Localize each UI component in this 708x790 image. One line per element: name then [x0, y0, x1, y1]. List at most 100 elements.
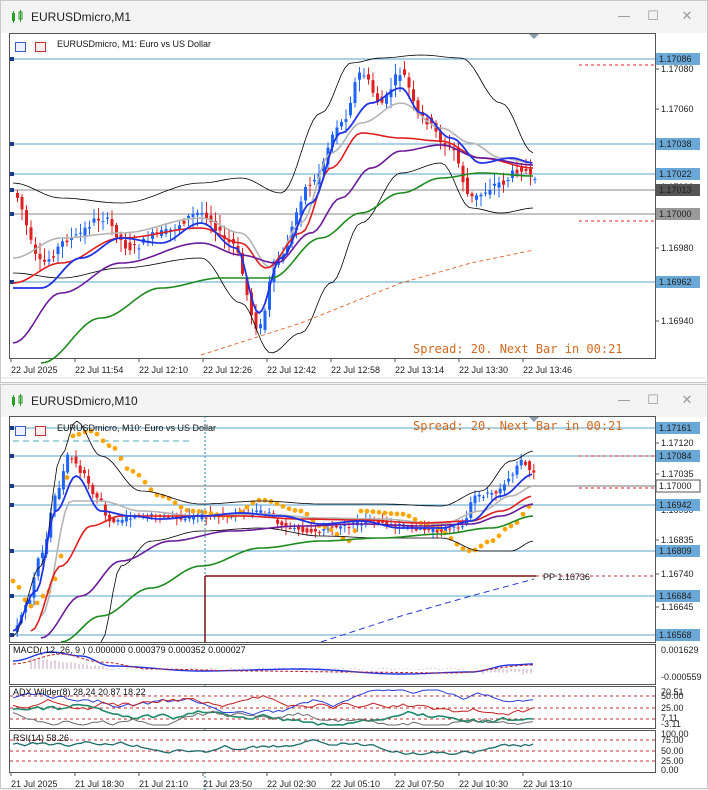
candle-body [61, 241, 64, 247]
price-chart-m1[interactable]: 22 Jul 2025 22 Jul 11:54 22 Jul 12:10 22 Ju… [1, 33, 707, 383]
sar-dot [460, 546, 466, 552]
close-button[interactable]: ✕ [676, 7, 698, 27]
candle-body [115, 225, 118, 238]
candle-body [461, 165, 465, 183]
macd-label: MACD( 12, 26, 9 ) 0.000000 0.000379 0.00… [13, 645, 246, 655]
sar-dot [172, 500, 178, 506]
chart-symbol-title: EURUSDmicro, M10: Euro vs US Dollar [57, 423, 217, 433]
level-handle [10, 212, 14, 216]
sar-dot [328, 527, 334, 533]
sar-dot [106, 443, 112, 449]
sar-dot [370, 509, 376, 515]
x-tick-label: 22 Jul 10:30 [459, 779, 508, 789]
candle-body [456, 527, 460, 529]
window-title: EURUSDmicro,M10 [31, 394, 138, 408]
candle-body [103, 504, 107, 516]
candle-body [313, 179, 316, 182]
sar-dot [190, 508, 196, 514]
x-tick-label: 22 Jul 12:26 [203, 365, 252, 375]
price-label: 1.17161 [659, 423, 692, 433]
candle-body [309, 528, 313, 533]
adx-tick: 25.00 [661, 703, 684, 713]
candle-body [313, 529, 317, 532]
candle-body [412, 89, 415, 102]
sar-dot [394, 511, 400, 517]
candle-body [124, 240, 127, 249]
y-tick-label: 1.17120 [661, 438, 694, 448]
candle-body [267, 512, 271, 514]
trade-icon [35, 42, 46, 52]
candle-body [91, 484, 95, 495]
candle-body [407, 77, 411, 88]
spread-info: Spread: 20. Next Bar in 00:21 [413, 342, 623, 356]
candle-body [344, 119, 348, 122]
chart-window-icon [12, 394, 23, 407]
chart-window-m10[interactable]: EURUSDmicro,M10 — ☐ ✕ PP 1.16736 1.17120 1… [0, 384, 708, 790]
sar-dot [244, 504, 250, 510]
candle-body [353, 82, 357, 104]
price-chart-m10[interactable]: PP 1.167361.171201.170351.169501.168351.… [1, 416, 707, 790]
price-label: 1.16809 [659, 546, 692, 556]
sar-dot [406, 513, 412, 519]
y-tick-label: 1.16740 [661, 569, 694, 579]
candle-body [343, 525, 347, 527]
candle-body [263, 310, 267, 330]
macd-tick: -0.000559 [661, 672, 702, 682]
candle-body [523, 461, 527, 465]
sar-dot [10, 578, 16, 584]
plot-frame [9, 33, 656, 359]
sar-dot [28, 603, 34, 609]
candle-body [486, 492, 490, 494]
candle-body [97, 218, 100, 221]
level-handle [10, 594, 14, 598]
candle-body [340, 121, 343, 127]
pivot-label: PP 1.16736 [543, 572, 590, 582]
candle-body [305, 528, 309, 533]
maximize-button[interactable]: ☐ [642, 7, 664, 27]
candle-body [349, 102, 352, 116]
candle-body [418, 528, 422, 530]
level-handle [10, 454, 14, 458]
sar-dot [136, 472, 142, 478]
candle-body [520, 167, 523, 172]
candle-body [524, 169, 528, 171]
candle-body [308, 184, 312, 186]
candle-body [56, 246, 60, 255]
candle-body [66, 454, 70, 473]
candle-body [452, 526, 456, 528]
price-label: 1.16942 [659, 500, 692, 510]
candle-body [460, 526, 464, 528]
x-tick-label: 22 Jul 05:10 [331, 779, 380, 789]
candle-body [466, 177, 469, 194]
rsi-tick: 50.00 [661, 746, 684, 756]
candle-body [394, 74, 397, 86]
minimize-button[interactable]: — [613, 391, 635, 411]
sar-dot [124, 466, 130, 472]
x-tick-label: 21 Jul 23:50 [203, 779, 252, 789]
level-handle [10, 484, 14, 488]
window-titlebar[interactable]: EURUSDmicro,M1 — ☐ ✕ [1, 1, 707, 33]
sar-dot [352, 528, 358, 534]
candle-body [484, 192, 487, 194]
close-button[interactable]: ✕ [676, 391, 698, 411]
window-title: EURUSDmicro,M1 [31, 10, 132, 24]
candle-body [25, 210, 28, 226]
sar-dot [382, 510, 388, 516]
minimize-button[interactable]: — [613, 7, 635, 27]
sar-dot [502, 526, 508, 532]
candle-body [427, 529, 431, 531]
chart-window-m1[interactable]: EURUSDmicro,M1 — ☐ ✕ 22 Jul 2025 22 Jul 1… [0, 0, 708, 383]
trade-icon [35, 426, 46, 436]
candle-body [498, 488, 502, 494]
window-titlebar[interactable]: EURUSDmicro,M10 — ☐ ✕ [1, 385, 707, 417]
sar-dot [490, 538, 496, 544]
candle-body [479, 194, 483, 197]
candle-body [191, 213, 195, 217]
candle-body [358, 72, 361, 80]
maximize-button[interactable]: ☐ [642, 391, 664, 411]
price-label: 1.17022 [659, 169, 692, 179]
candle-body [187, 215, 190, 219]
candle-body [255, 510, 259, 512]
candle-body [74, 234, 78, 236]
x-tick-label: 22 Jul 13:10 [523, 779, 572, 789]
